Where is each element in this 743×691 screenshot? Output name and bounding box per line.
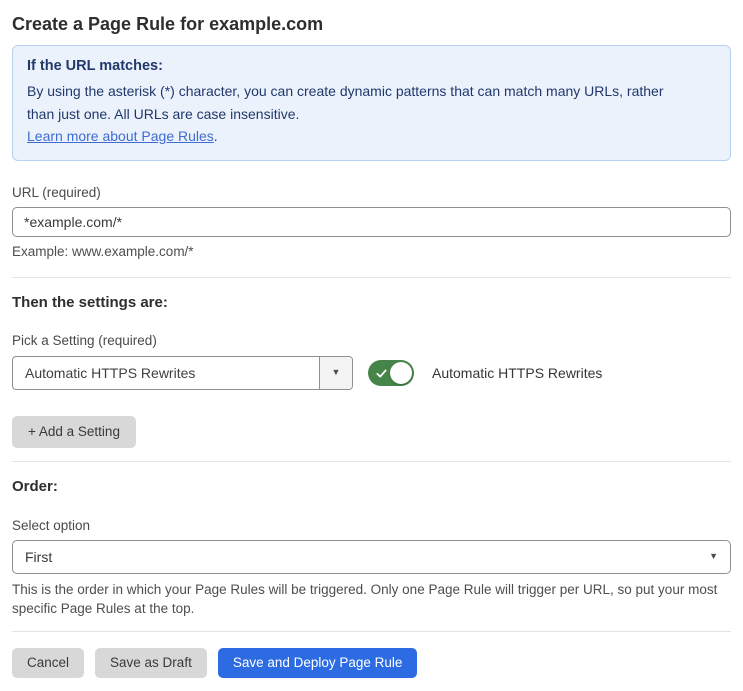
setting-dropdown[interactable]: Automatic HTTPS Rewrites ▼ (12, 355, 353, 390)
setting-toggle[interactable] (368, 359, 414, 386)
learn-more-link[interactable]: Learn more about Page Rules (27, 128, 214, 144)
chevron-down-icon: ▼ (709, 551, 718, 561)
order-select-value: First (25, 548, 53, 565)
url-match-info-box: If the URL matches: By using the asteris… (12, 45, 731, 161)
order-helper-text: This is the order in which your Page Rul… (12, 581, 718, 616)
save-draft-button[interactable]: Save as Draft (95, 647, 207, 678)
setting-row: Automatic HTTPS Rewrites ▼ Automatic HTT… (12, 355, 731, 390)
toggle-knob (390, 361, 412, 384)
setting-dropdown-value: Automatic HTTPS Rewrites (25, 364, 196, 381)
info-box-heading: If the URL matches: (27, 58, 163, 74)
divider (12, 276, 731, 278)
chevron-down-icon: ▼ (331, 367, 341, 377)
url-helper-text: Example: www.example.com/* (12, 243, 194, 259)
divider (12, 460, 731, 462)
setting-picker-label: Pick a Setting (required) (12, 332, 157, 348)
save-deploy-button[interactable]: Save and Deploy Page Rule (217, 647, 418, 678)
order-select-label: Select option (12, 517, 91, 533)
order-select[interactable]: First ▼ (12, 539, 731, 574)
link-period: . (213, 128, 218, 144)
cancel-button[interactable]: Cancel (12, 647, 85, 678)
info-box-link-line: Learn more about Page Rules. (27, 125, 716, 148)
divider (12, 630, 731, 632)
create-page-rule-form: Create a Page Rule for example.com If th… (0, 0, 743, 691)
add-setting-button[interactable]: + Add a Setting (12, 415, 136, 448)
settings-section-heading: Then the settings are: (12, 293, 168, 311)
toggle-label: Automatic HTTPS Rewrites (432, 364, 603, 381)
url-field-label: URL (required) (12, 184, 101, 200)
setting-dropdown-caret-button[interactable]: ▼ (319, 356, 352, 389)
info-box-body: By using the asterisk (*) character, you… (27, 83, 664, 122)
order-section-heading: Order: (12, 477, 58, 495)
check-icon (376, 369, 387, 377)
page-title: Create a Page Rule for example.com (12, 14, 324, 34)
url-input[interactable] (12, 206, 731, 237)
footer-actions: Cancel Save as Draft Save and Deploy Pag… (12, 647, 731, 678)
